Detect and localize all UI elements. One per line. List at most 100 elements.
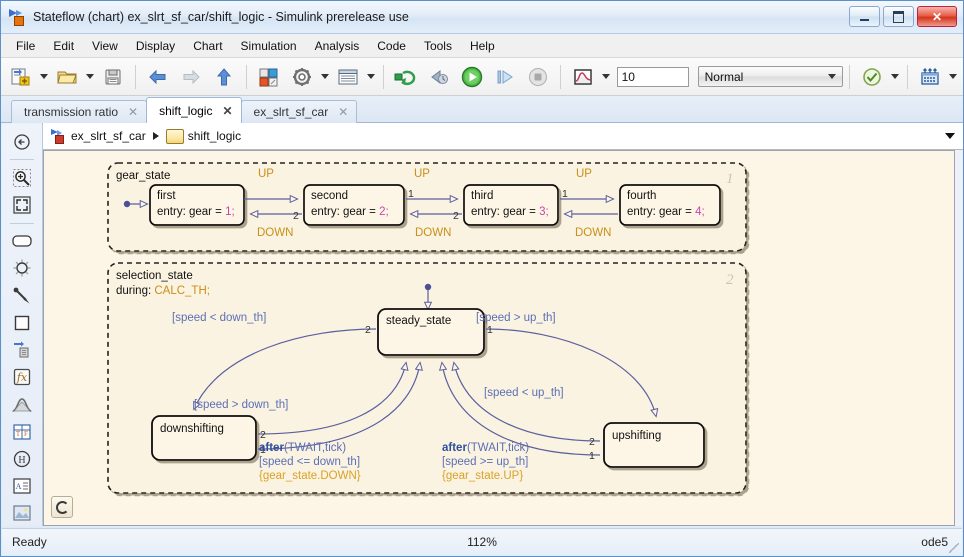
maximize-button[interactable] xyxy=(883,6,914,27)
svg-text:{gear_state.DOWN}: {gear_state.DOWN} xyxy=(259,470,361,482)
c-language-icon xyxy=(56,501,69,514)
menu-tools[interactable]: Tools xyxy=(415,36,461,56)
chart-canvas[interactable]: gear_state 1 first entry: gear = 1; s xyxy=(43,150,955,526)
tab-close-icon[interactable]: ✕ xyxy=(128,106,138,118)
step-forward-button[interactable] xyxy=(489,62,521,92)
superstate-gear-state-index: 1 xyxy=(726,171,734,187)
save-model-button[interactable] xyxy=(97,62,129,92)
menu-code[interactable]: Code xyxy=(368,36,415,56)
default-transition-icon[interactable] xyxy=(7,283,37,308)
tab-shift-logic[interactable]: shift_logic ✕ xyxy=(146,97,241,123)
simulation-mode-value: Normal xyxy=(705,70,744,84)
chart-language-badge[interactable] xyxy=(51,496,73,518)
resize-grip[interactable] xyxy=(949,543,959,553)
superstate-gear-state-label: gear_state xyxy=(116,170,170,182)
model-explorer-dropdown-icon[interactable] xyxy=(367,74,375,79)
model-explorer-button[interactable] xyxy=(332,62,364,92)
svg-text:after(TWAIT,tick): after(TWAIT,tick) xyxy=(442,442,529,454)
menu-edit[interactable]: Edit xyxy=(44,36,83,56)
menu-simulation[interactable]: Simulation xyxy=(232,36,306,56)
state-third[interactable]: third entry: gear = 3; xyxy=(464,185,558,225)
build-model-button[interactable] xyxy=(914,62,946,92)
stop-button[interactable] xyxy=(522,62,554,92)
menu-view[interactable]: View xyxy=(83,36,127,56)
tab-close-icon[interactable]: ✕ xyxy=(222,105,232,117)
svg-text:entry: gear = 2;: entry: gear = 2; xyxy=(311,206,389,218)
graphical-function-icon[interactable]: H xyxy=(7,446,37,471)
default-transition-dot xyxy=(124,201,130,207)
menu-help[interactable]: Help xyxy=(461,36,504,56)
tab-ex-slrt-sf-car[interactable]: ex_slrt_sf_car ✕ xyxy=(241,100,358,123)
function-call-icon[interactable] xyxy=(7,337,37,362)
open-model-dropdown-icon[interactable] xyxy=(86,74,94,79)
state-first[interactable]: first entry: gear = 1; xyxy=(150,185,244,225)
svg-text:downshifting: downshifting xyxy=(160,423,224,435)
menu-chart[interactable]: Chart xyxy=(184,36,231,56)
svg-text:DOWN: DOWN xyxy=(575,227,611,239)
svg-text:first: first xyxy=(157,190,176,202)
open-model-button[interactable] xyxy=(51,62,83,92)
window-controls: ✕ xyxy=(849,6,957,27)
superstate-selection-state-label: selection_state xyxy=(116,270,193,282)
back-to-parent-icon[interactable] xyxy=(7,129,37,154)
svg-text:steady_state: steady_state xyxy=(386,315,451,327)
model-advisor-button[interactable] xyxy=(856,62,888,92)
image-icon[interactable] xyxy=(7,501,37,526)
zoom-in-icon[interactable] xyxy=(7,165,37,190)
superstate-selection-state[interactable]: selection_state during: CALC_TH; 2 stead… xyxy=(108,263,746,493)
breadcrumb-current[interactable]: shift_logic xyxy=(188,129,241,143)
svg-text:entry: gear = 3;: entry: gear = 3; xyxy=(471,206,549,218)
state-icon[interactable] xyxy=(7,228,37,253)
tab-transmission-ratio[interactable]: transmission ratio ✕ xyxy=(11,100,147,123)
state-downshifting[interactable]: downshifting xyxy=(152,416,256,460)
navigate-up-button[interactable] xyxy=(208,62,240,92)
state-steady-state[interactable]: steady_state xyxy=(378,309,484,355)
svg-text:1: 1 xyxy=(589,450,595,462)
svg-text:UP: UP xyxy=(258,168,274,180)
state-upshifting[interactable]: upshifting xyxy=(604,423,704,467)
superstate-selection-state-during: during: CALC_TH; xyxy=(116,285,210,297)
history-junction-icon[interactable] xyxy=(7,256,37,281)
breadcrumb-dropdown-icon[interactable] xyxy=(945,133,955,139)
truth-table-icon[interactable]: T F xyxy=(7,419,37,444)
model-configuration-dropdown-icon[interactable] xyxy=(321,74,329,79)
breadcrumb-root[interactable]: ex_slrt_sf_car xyxy=(71,129,146,143)
simulation-data-inspector-dropdown-icon[interactable] xyxy=(602,74,610,79)
svg-text:1: 1 xyxy=(408,188,414,200)
new-model-button[interactable] xyxy=(5,62,37,92)
simulink-function-icon[interactable] xyxy=(7,392,37,417)
svg-text:entry: gear = 1;: entry: gear = 1; xyxy=(157,206,235,218)
navigate-forward-button[interactable] xyxy=(175,62,207,92)
main-toolbar: Normal xyxy=(1,58,963,96)
model-configuration-button[interactable] xyxy=(286,62,318,92)
svg-text:2: 2 xyxy=(365,324,371,336)
minimize-button[interactable] xyxy=(849,6,880,27)
menu-display[interactable]: Display xyxy=(127,36,184,56)
annotation-icon[interactable]: A xyxy=(7,474,37,499)
model-advisor-dropdown-icon[interactable] xyxy=(891,74,899,79)
step-back-button[interactable] xyxy=(423,62,455,92)
new-model-dropdown-icon[interactable] xyxy=(40,74,48,79)
navigate-back-button[interactable] xyxy=(142,62,174,92)
superstate-gear-state[interactable]: gear_state 1 first entry: gear = 1; s xyxy=(108,163,746,251)
build-model-dropdown-icon[interactable] xyxy=(949,74,957,79)
state-fourth[interactable]: fourth entry: gear = 4; xyxy=(620,185,720,225)
state-second[interactable]: second entry: gear = 2; xyxy=(304,185,404,225)
update-diagram-button[interactable] xyxy=(390,62,422,92)
svg-text:A: A xyxy=(16,482,22,491)
menu-analysis[interactable]: Analysis xyxy=(306,36,369,56)
menu-file[interactable]: File xyxy=(7,36,44,56)
close-button[interactable]: ✕ xyxy=(917,6,957,27)
svg-text:UP: UP xyxy=(414,168,430,180)
library-browser-button[interactable] xyxy=(253,62,285,92)
stop-time-input[interactable] xyxy=(617,67,689,87)
box-icon[interactable] xyxy=(7,310,37,335)
run-button[interactable] xyxy=(456,62,488,92)
tab-close-icon[interactable]: ✕ xyxy=(338,106,348,118)
simulation-mode-select[interactable]: Normal xyxy=(698,66,844,87)
canvas-vertical-scrollbar[interactable] xyxy=(955,150,962,526)
matlab-function-icon[interactable]: fx xyxy=(7,365,37,390)
fit-to-view-icon[interactable] xyxy=(7,192,37,217)
simulation-data-inspector-button[interactable] xyxy=(567,62,599,92)
tab-label: transmission ratio xyxy=(24,105,118,119)
